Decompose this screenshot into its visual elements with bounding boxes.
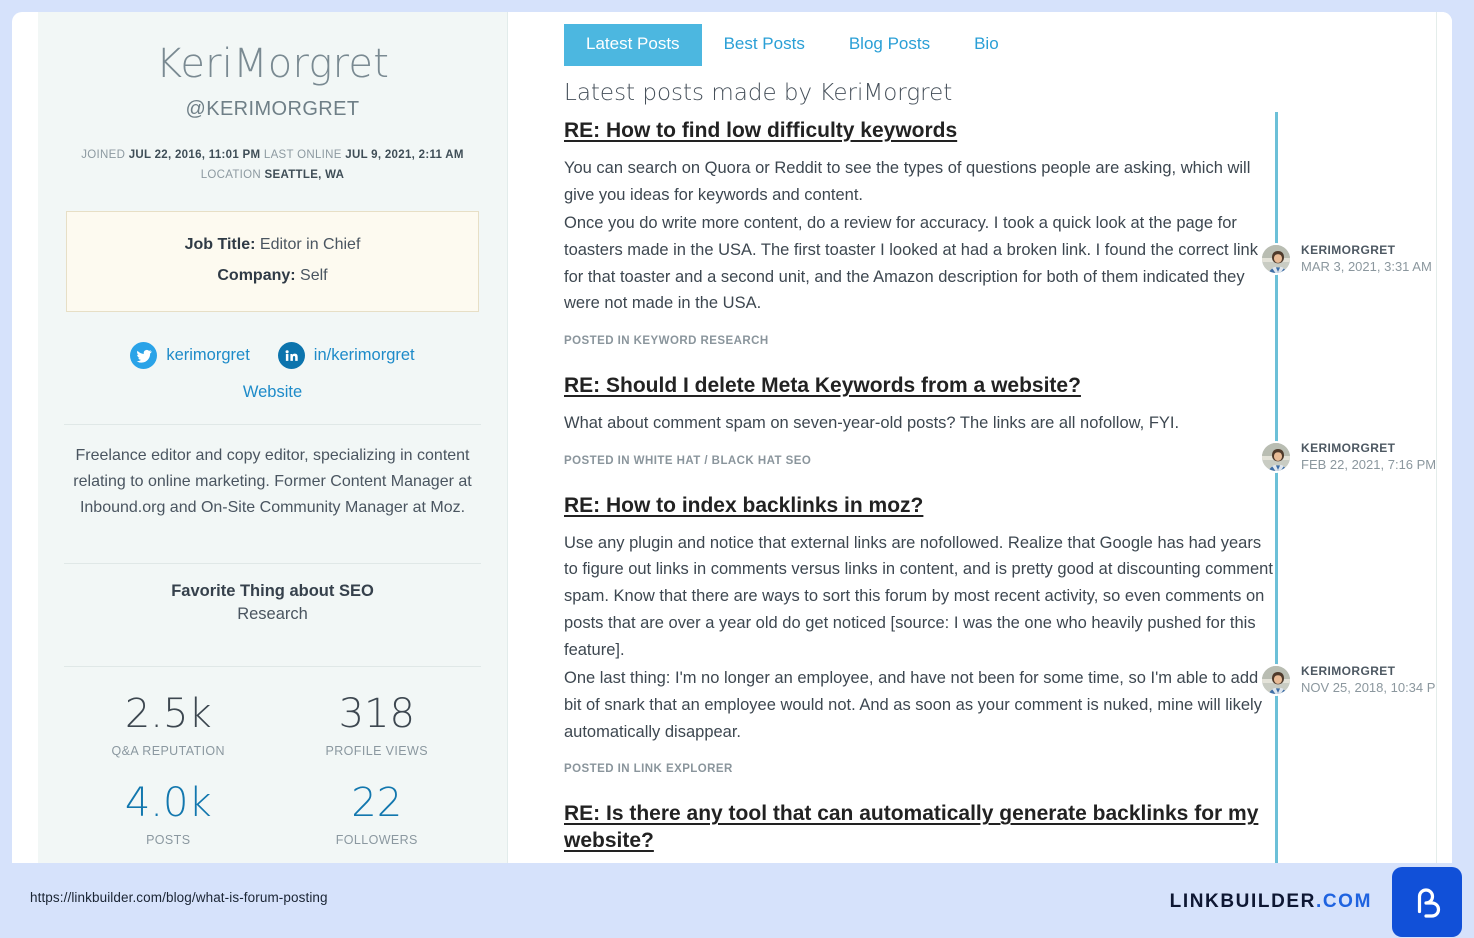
post-date: MAR 3, 2021, 3:31 AM (1301, 259, 1432, 275)
brand-name: LINKBUILDER (1169, 891, 1316, 912)
post-body: What about comment spam on seven-year-ol… (564, 410, 1274, 437)
stat-label: PROFILE VIEWS (325, 743, 428, 758)
tab-blog-posts[interactable]: Blog Posts (827, 24, 952, 66)
post-meta-text: KERIMORGRET FEB 22, 2021, 7:16 PM (1301, 440, 1436, 474)
brand-tld: .COM (1315, 891, 1372, 912)
main-content: Latest Posts Best Posts Blog Posts Bio L… (508, 12, 1452, 863)
favorite-thing-title: Favorite Thing about SEO (171, 581, 374, 600)
post-paragraph: Once you do write more content, do a rev… (564, 214, 1258, 313)
location-value: SEATTLE, WA (264, 169, 345, 182)
post-item: RE: Is there any tool that can automatic… (564, 801, 1452, 855)
profile-bio: Freelance editor and copy editor, specia… (73, 447, 472, 516)
location-label: LOCATION (200, 169, 262, 182)
stat-label: POSTS (146, 832, 191, 847)
main-inner: Latest Posts Best Posts Blog Posts Bio L… (508, 12, 1452, 863)
stat-followers: 22 FOLLOWERS (273, 772, 482, 861)
brand-wordmark: LINKBUILDER.COM (1170, 891, 1372, 913)
tab-latest-posts[interactable]: Latest Posts (564, 24, 702, 66)
profile-stats: 2.5k Q&A REPUTATION 318 PROFILE VIEWS 4.… (64, 667, 481, 861)
footer-bar: https://linkbuilder.com/blog/what-is-for… (0, 863, 1474, 938)
post-category[interactable]: POSTED IN LINK EXPLORER (564, 763, 1452, 775)
social-links-row: kerimorgret in/kerimorgret (64, 342, 481, 370)
post-item: RE: How to find low difficulty keywords … (564, 118, 1452, 347)
company-value: Self (300, 266, 328, 284)
profile-name: KeriMorgret (155, 41, 390, 87)
post-date: NOV 25, 2018, 10:34 PM (1301, 680, 1447, 696)
website-link[interactable]: Website (243, 383, 302, 401)
favorite-thing-value: Research (237, 604, 308, 623)
joined-value: JUL 22, 2016, 11:01 PM (128, 149, 261, 161)
last-online-label: LAST ONLINE (263, 149, 342, 161)
profile-meta: JOINED JUL 22, 2016, 11:01 PM LAST ONLIN… (64, 145, 481, 185)
browser-content-card: KeriMorgret @KERIMORGRET JOINED JUL 22, … (12, 12, 1452, 863)
stat-label: Q&A REPUTATION (111, 743, 225, 758)
linkedin-handle-link[interactable]: in/kerimorgret (314, 346, 415, 365)
post-meta-text: KERIMORGRET NOV 25, 2018, 10:34 PM (1301, 663, 1446, 697)
post-title-link[interactable]: RE: Should I delete Meta Keywords from a… (564, 373, 1274, 400)
stat-value: 4.0k (124, 779, 212, 826)
post-title-link[interactable]: RE: How to find low difficulty keywords (564, 118, 1274, 145)
post-title-link[interactable]: RE: Is there any tool that can automatic… (564, 801, 1274, 855)
post-author[interactable]: KERIMORGRET (1301, 440, 1436, 456)
footer-url: https://linkbuilder.com/blog/what-is-for… (30, 890, 328, 905)
linkedin-icon[interactable] (277, 342, 305, 370)
avatar[interactable] (1260, 242, 1292, 275)
post-paragraph: One last thing: I'm no longer an employe… (564, 669, 1272, 741)
post-date: FEB 22, 2021, 7:16 PM (1301, 457, 1437, 473)
twitter-handle-link[interactable]: kerimorgret (166, 346, 249, 365)
post-body: You can search on Quora or Reddit to see… (564, 155, 1274, 317)
post-author[interactable]: KERIMORGRET (1301, 242, 1432, 258)
profile-handle: @KERIMORGRET (185, 98, 360, 120)
job-info-box: Job Title: Editor in Chief Company: Self (66, 211, 479, 313)
company-label: Company: (217, 266, 296, 284)
profile-sidebar: KeriMorgret @KERIMORGRET JOINED JUL 22, … (38, 12, 508, 863)
job-title-label: Job Title: (184, 236, 256, 254)
post-paragraph: Use any plugin and notice that external … (564, 533, 1273, 659)
website-row: Website (64, 383, 481, 402)
post-meta-text: KERIMORGRET MAR 3, 2021, 3:31 AM (1301, 242, 1432, 276)
post-meta: KERIMORGRET NOV 25, 2018, 10:34 PM (1260, 663, 1446, 697)
post-paragraph: You can search on Quora or Reddit to see… (564, 158, 1251, 204)
twitter-icon[interactable] (130, 342, 158, 370)
stat-profile-views: 318 PROFILE VIEWS (273, 683, 482, 772)
page-right-gutter (1436, 12, 1452, 863)
stat-qa-reputation: 2.5k Q&A REPUTATION (64, 683, 273, 772)
post-meta: KERIMORGRET MAR 3, 2021, 3:31 AM (1260, 242, 1432, 276)
avatar[interactable] (1260, 663, 1292, 696)
favorite-thing-block: Favorite Thing about SEO Research (64, 564, 481, 644)
screenshot-root: KeriMorgret @KERIMORGRET JOINED JUL 22, … (0, 0, 1474, 938)
post-category[interactable]: POSTED IN KEYWORD RESEARCH (564, 335, 1452, 347)
activity-timeline-rail (1275, 112, 1278, 863)
linkbuilder-logo-icon (1392, 867, 1462, 937)
last-online-value: JUL 9, 2021, 2:11 AM (345, 149, 464, 161)
job-title-row: Job Title: Editor in Chief (77, 230, 468, 260)
stat-value: 318 (338, 690, 415, 737)
stat-posts: 4.0k POSTS (64, 772, 273, 861)
stat-label: FOLLOWERS (335, 832, 418, 847)
tab-best-posts[interactable]: Best Posts (702, 24, 827, 66)
profile-tabs: Latest Posts Best Posts Blog Posts Bio (564, 24, 1452, 66)
job-title-value: Editor in Chief (259, 236, 361, 254)
post-body: Use any plugin and notice that external … (564, 530, 1274, 746)
section-title: Latest posts made by KeriMorgret (564, 80, 953, 106)
tab-bio[interactable]: Bio (952, 24, 1021, 66)
avatar[interactable] (1260, 440, 1292, 473)
post-meta: KERIMORGRET FEB 22, 2021, 7:16 PM (1260, 440, 1436, 474)
company-row: Company: Self (77, 261, 468, 291)
post-paragraph: What about comment spam on seven-year-ol… (564, 414, 1180, 433)
post-title-link[interactable]: RE: How to index backlinks in moz? (564, 493, 1274, 520)
joined-label: JOINED (81, 149, 126, 161)
post-author[interactable]: KERIMORGRET (1301, 663, 1446, 679)
stat-value: 22 (351, 779, 403, 826)
stat-value: 2.5k (124, 690, 212, 737)
post-item: RE: How to index backlinks in moz? Use a… (564, 493, 1452, 776)
